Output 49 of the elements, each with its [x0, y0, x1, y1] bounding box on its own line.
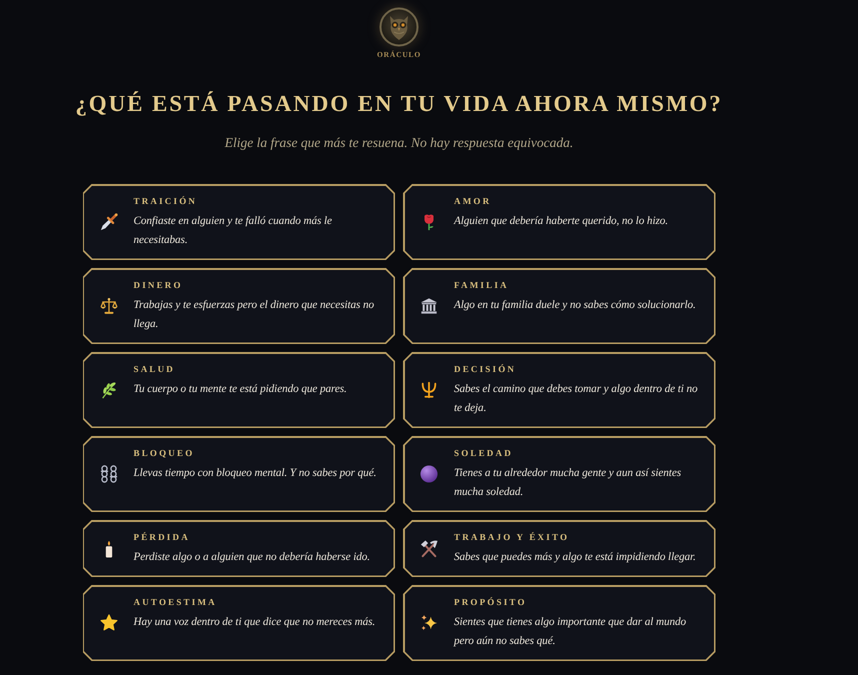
- page-subtitle: Elige la frase que más te resuena. No hay respuesta equivocada.: [224, 134, 574, 152]
- option-card[interactable]: BLOQUEO Llevas tiempo con bloqueo mental. Y no sabes por qué.: [82, 436, 395, 512]
- option-card[interactable]: DINERO Trabajas y te esfuerzas pero el dinero que necesitas no llega.: [82, 268, 395, 344]
- option-text: Sientes que tienes algo importante que dar al mundo pero aún no sabes qué.: [454, 615, 688, 649]
- option-title: DECISIÓN: [454, 363, 518, 376]
- option-text: Alguien que debería haberte querido, no lo hizo.: [454, 214, 669, 229]
- option-card[interactable]: FAMILIA Algo en tu familia duele y no sabes cómo solucionarlo.: [403, 268, 716, 344]
- chain-icon: [100, 465, 118, 483]
- trident-icon: [420, 381, 438, 399]
- option-card[interactable]: DECISIÓN Sabes el camino que debes tomar y algo dentro de ti no te deja.: [403, 352, 716, 428]
- option-title: PÉRDIDA: [134, 531, 191, 544]
- option-text: Algo en tu familia duele y no sabes cómo solucionarlo.: [454, 298, 697, 313]
- owl-logo: [379, 7, 419, 47]
- page-heading: ¿QUÉ ESTÁ PASANDO EN TU VIDA AHORA MISMO?: [75, 90, 723, 118]
- option-card[interactable]: PROPÓSITO Sientes que tienes algo importante que dar al mundo pero aún no sabes qué.: [403, 585, 716, 661]
- leaf-sprig-icon: [100, 381, 118, 399]
- option-text: Confiaste en alguien y te falló cuando más le necesitabas.: [134, 214, 333, 248]
- option-card[interactable]: TRABAJO Y ÉXITO Sabes que puedes más y algo te está impidiendo llegar.: [403, 520, 716, 577]
- building-icon: [420, 297, 438, 315]
- option-card[interactable]: AUTOESTIMA Hay una voz dentro de ti que dice que no mereces más.: [82, 585, 395, 661]
- dagger-icon: [100, 213, 118, 231]
- option-title: AMOR: [454, 195, 492, 208]
- option-title: FAMILIA: [454, 279, 510, 292]
- option-text: Sabes que puedes más y algo te está impidiendo llegar.: [454, 550, 697, 565]
- option-title: PROPÓSITO: [454, 596, 528, 609]
- star-icon: [100, 614, 118, 632]
- option-title: TRABAJO Y ÉXITO: [454, 531, 570, 544]
- option-text: Hay una voz dentro de ti que dice que no mereces más.: [134, 615, 376, 630]
- option-card[interactable]: PÉRDIDA Perdiste algo o a alguien que no debería haberse ido.: [82, 520, 395, 577]
- option-text: Tu cuerpo o tu mente te está pidiendo que pares.: [134, 382, 348, 397]
- scales-icon: [100, 297, 118, 315]
- option-card[interactable]: SOLEDAD Tienes a tu alrededor mucha gente y aun así sientes mucha soledad.: [403, 436, 716, 512]
- option-card[interactable]: AMOR Alguien que debería haberte querido, no lo hizo.: [403, 184, 716, 260]
- option-title: SALUD: [134, 363, 176, 376]
- option-title: AUTOESTIMA: [134, 596, 218, 609]
- option-title: BLOQUEO: [134, 447, 196, 460]
- option-text: Tienes a tu alrededor mucha gente y aun así sientes mucha soledad.: [454, 466, 682, 500]
- sparkles-icon: [420, 614, 438, 632]
- option-text: Llevas tiempo con bloqueo mental. Y no sabes por qué.: [134, 466, 378, 481]
- option-card[interactable]: SALUD Tu cuerpo o tu mente te está pidiendo que pares.: [82, 352, 395, 428]
- option-text: Perdiste algo o a alguien que no debería haberse ido.: [134, 550, 371, 565]
- option-title: SOLEDAD: [454, 447, 514, 460]
- option-card[interactable]: TRAICIÓN Confiaste en alguien y te falló cuando más le necesitabas.: [82, 184, 395, 260]
- option-title: TRAICIÓN: [134, 195, 198, 208]
- option-title: DINERO: [134, 279, 184, 292]
- option-text: Sabes el camino que debes tomar y algo dentro de ti no te deja.: [454, 382, 699, 416]
- option-text: Trabajas y te esfuerzas pero el dinero que necesitas no llega.: [134, 298, 376, 332]
- orb-icon: [420, 465, 438, 483]
- hammer-pick-icon: [420, 540, 438, 558]
